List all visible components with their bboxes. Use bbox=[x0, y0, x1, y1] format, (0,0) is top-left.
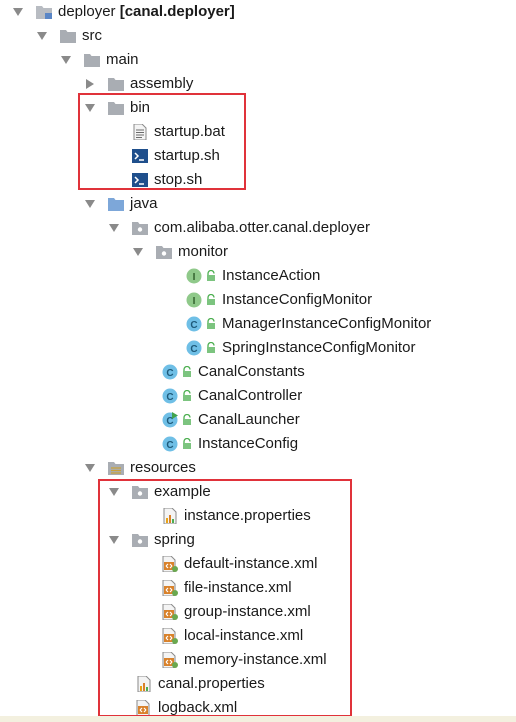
tree-node-main[interactable]: main bbox=[60, 48, 139, 72]
tree-node-canal-controller[interactable]: C CanalController bbox=[162, 384, 302, 408]
tree-node-spring-instance-config-monitor[interactable]: C SpringInstanceConfigMonitor bbox=[186, 336, 415, 360]
expand-arrow-icon[interactable] bbox=[12, 0, 24, 24]
tree-node-instance-action[interactable]: I InstanceAction bbox=[186, 264, 320, 288]
expand-arrow-icon[interactable] bbox=[108, 216, 120, 240]
resources-highlight-box bbox=[98, 479, 352, 717]
folder-label: src bbox=[82, 27, 102, 44]
bin-highlight-box bbox=[78, 93, 246, 190]
runnable-class-icon: C bbox=[162, 412, 178, 428]
folder-icon bbox=[84, 52, 100, 68]
tree-node-java[interactable]: java bbox=[84, 192, 158, 216]
class-label: ManagerInstanceConfigMonitor bbox=[222, 315, 432, 332]
svg-text:I: I bbox=[193, 272, 196, 283]
tree-node-instance-config[interactable]: C InstanceConfig bbox=[162, 432, 298, 456]
svg-text:C: C bbox=[190, 320, 197, 331]
class-label: InstanceConfig bbox=[198, 435, 299, 452]
lock-icon bbox=[206, 318, 216, 330]
expand-arrow-icon[interactable] bbox=[84, 192, 96, 216]
tree-node-manager-instance-config-monitor[interactable]: C ManagerInstanceConfigMonitor bbox=[186, 312, 431, 336]
module-folder-icon bbox=[36, 4, 52, 20]
tree-node-src[interactable]: src bbox=[36, 24, 102, 48]
project-tree: deployer [canal.deployer] src main assem… bbox=[0, 0, 516, 722]
source-folder-icon bbox=[108, 196, 124, 212]
class-icon: C bbox=[162, 388, 178, 404]
svg-text:C: C bbox=[166, 368, 173, 379]
expand-arrow-icon[interactable] bbox=[84, 456, 96, 480]
folder-icon bbox=[108, 76, 124, 92]
interface-icon: I bbox=[186, 268, 202, 284]
resources-folder-icon bbox=[108, 460, 124, 476]
expand-arrow-icon[interactable] bbox=[36, 24, 48, 48]
tree-node-monitor[interactable]: monitor bbox=[132, 240, 228, 264]
class-icon: C bbox=[162, 436, 178, 452]
class-icon: C bbox=[186, 316, 202, 332]
lock-icon bbox=[206, 342, 216, 354]
tree-node-package[interactable]: com.alibaba.otter.canal.deployer bbox=[108, 216, 370, 240]
expand-arrow-icon[interactable] bbox=[60, 48, 72, 72]
package-icon bbox=[132, 220, 148, 236]
tree-node-canal-launcher[interactable]: C CanalLauncher bbox=[162, 408, 300, 432]
svg-text:I: I bbox=[193, 296, 196, 307]
folder-label: main bbox=[106, 51, 139, 68]
lock-icon bbox=[206, 294, 216, 306]
folder-label: resources bbox=[130, 459, 196, 476]
tree-node-canal-constants[interactable]: C CanalConstants bbox=[162, 360, 305, 384]
class-label: InstanceAction bbox=[222, 267, 321, 284]
module-name: [canal.deployer] bbox=[119, 3, 235, 20]
class-icon: C bbox=[162, 364, 178, 380]
lock-icon bbox=[182, 390, 192, 402]
folder-label: java bbox=[130, 195, 158, 212]
expand-arrow-icon[interactable] bbox=[132, 240, 144, 264]
lock-icon bbox=[206, 270, 216, 282]
lock-icon bbox=[182, 414, 192, 426]
class-label: SpringInstanceConfigMonitor bbox=[222, 339, 416, 356]
project-name: deployer bbox=[58, 3, 116, 20]
lock-icon bbox=[182, 438, 192, 450]
tree-node-deployer[interactable]: deployer [canal.deployer] bbox=[12, 0, 235, 24]
class-icon: C bbox=[186, 340, 202, 356]
svg-text:C: C bbox=[166, 440, 173, 451]
class-label: InstanceConfigMonitor bbox=[222, 291, 373, 308]
class-label: CanalLauncher bbox=[198, 411, 300, 428]
svg-text:C: C bbox=[190, 344, 197, 355]
svg-text:C: C bbox=[166, 392, 173, 403]
interface-icon: I bbox=[186, 292, 202, 308]
class-label: CanalController bbox=[198, 387, 303, 404]
folder-icon bbox=[60, 28, 76, 44]
bottom-strip bbox=[0, 716, 516, 722]
package-label: monitor bbox=[178, 243, 229, 260]
package-label: com.alibaba.otter.canal.deployer bbox=[154, 219, 370, 236]
tree-node-resources[interactable]: resources bbox=[84, 456, 196, 480]
package-icon bbox=[156, 244, 172, 260]
class-label: CanalConstants bbox=[198, 363, 305, 380]
lock-icon bbox=[182, 366, 192, 378]
tree-node-instance-config-monitor[interactable]: I InstanceConfigMonitor bbox=[186, 288, 372, 312]
